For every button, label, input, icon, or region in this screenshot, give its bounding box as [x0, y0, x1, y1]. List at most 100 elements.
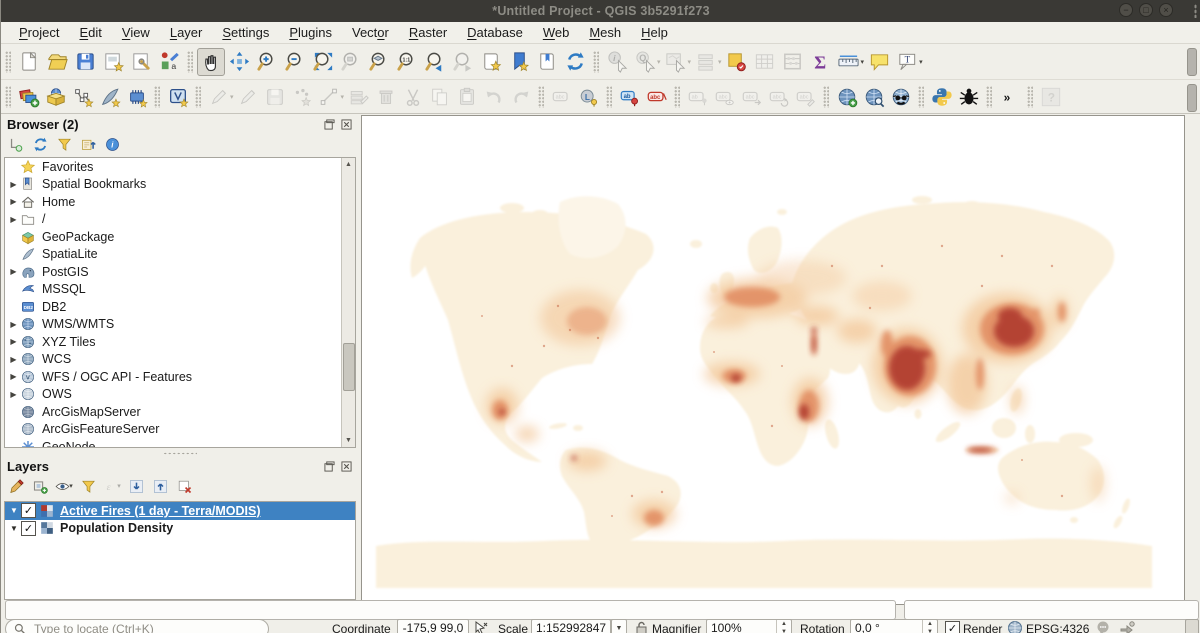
toolbar-grip[interactable]: [674, 86, 680, 108]
add-vector-layer-button[interactable]: [42, 83, 69, 110]
extent-tracking-icon[interactable]: [473, 620, 489, 633]
expander-icon[interactable]: ▶: [7, 355, 20, 364]
titlebar[interactable]: *Untitled Project - QGIS 3b5291f273 − □ …: [1, 0, 1200, 22]
menu-settings[interactable]: Settings: [212, 24, 279, 41]
label-sphere-button[interactable]: L: [575, 83, 602, 110]
render-checkbox[interactable]: ✓: [945, 621, 960, 633]
dock-splitter[interactable]: [1, 449, 359, 457]
toolbar-grip[interactable]: [5, 51, 11, 73]
expander-icon[interactable]: ▼: [7, 506, 21, 515]
browser-item-[interactable]: ▶/: [5, 211, 355, 229]
locator-box[interactable]: [5, 619, 269, 633]
browser-item-spatial-bookmarks[interactable]: ▶Spatial Bookmarks: [5, 176, 355, 194]
browser-item-db2[interactable]: DB2DB2: [5, 298, 355, 316]
new-shapefile-layer-button[interactable]: [69, 83, 96, 110]
python-console-button[interactable]: [928, 83, 955, 110]
menu-view[interactable]: View: [112, 24, 160, 41]
rotation-spinbox[interactable]: 0,0 ° ▲▼: [850, 619, 938, 633]
menu-database[interactable]: Database: [457, 24, 533, 41]
browser-item-xyz-tiles[interactable]: ▶XYZ Tiles: [5, 333, 355, 351]
remove-layer-button[interactable]: [173, 476, 195, 496]
scale-combo-arrow-icon[interactable]: ▼: [611, 619, 627, 633]
refresh-button[interactable]: [29, 134, 51, 154]
coordinate-value[interactable]: -175,9 99,0: [397, 619, 469, 633]
toolbar-grip[interactable]: [187, 51, 193, 73]
map-canvas[interactable]: [361, 115, 1185, 605]
task-indicator-icon[interactable]: [1119, 620, 1135, 633]
menu-project[interactable]: Project: [9, 24, 69, 41]
data-source-manager-button[interactable]: [15, 83, 42, 110]
text-annotation-button[interactable]: T: [893, 48, 921, 76]
browser-item-geonode[interactable]: GeoNode: [5, 438, 355, 448]
globe-add-button[interactable]: [833, 83, 860, 110]
filter-funnel-button[interactable]: [77, 476, 99, 496]
browser-item-wcs[interactable]: ▶WCS: [5, 351, 355, 369]
browser-item-wfs-ogc-api-features[interactable]: ▶VWFS / OGC API - Features: [5, 368, 355, 386]
show-bookmarks-button[interactable]: [505, 48, 533, 76]
close-button[interactable]: ×: [1159, 3, 1173, 17]
menu-raster[interactable]: Raster: [399, 24, 457, 41]
expander-icon[interactable]: ▶: [7, 337, 20, 346]
map-tips-button[interactable]: [865, 48, 893, 76]
zoom-full-button[interactable]: [309, 48, 337, 76]
zoom-out-button[interactable]: [281, 48, 309, 76]
toolbar-drag-handle[interactable]: [1187, 84, 1197, 112]
overflow-button[interactable]: »: [996, 83, 1023, 110]
open-project-button[interactable]: [43, 48, 71, 76]
browser-item-arcgismapserver[interactable]: ArcGisMapServer: [5, 403, 355, 421]
layer-row-population-density[interactable]: ▼✓Population Density: [5, 520, 355, 538]
browser-close-button[interactable]: [340, 118, 353, 131]
refresh-button[interactable]: [561, 48, 589, 76]
layers-close-button[interactable]: [340, 460, 353, 473]
label-blue-button[interactable]: ab: [616, 83, 643, 110]
expander-icon[interactable]: ▶: [7, 320, 20, 329]
bookmark-manager-button[interactable]: [533, 48, 561, 76]
menu-web[interactable]: Web: [533, 24, 580, 41]
layer-row-active-fires-1-day-terra-modis[interactable]: ▼✓Active Fires (1 day - Terra/MODIS): [5, 502, 355, 520]
browser-item-favorites[interactable]: Favorites: [5, 158, 355, 176]
expander-icon[interactable]: ▶: [7, 215, 20, 224]
expander-icon[interactable]: ▶: [7, 180, 20, 189]
menu-plugins[interactable]: Plugins: [279, 24, 342, 41]
expander-icon[interactable]: ▼: [7, 524, 21, 533]
scale-lock-icon[interactable]: [633, 620, 649, 633]
styling-brush-button[interactable]: [5, 476, 27, 496]
browser-item-geopackage[interactable]: GeoPackage: [5, 228, 355, 246]
layer-visibility-checkbox[interactable]: ✓: [21, 521, 36, 536]
new-spatialite-layer-button[interactable]: [96, 83, 123, 110]
zoom-last-button[interactable]: [421, 48, 449, 76]
layer-visibility-checkbox[interactable]: ✓: [21, 503, 36, 518]
menu-mesh[interactable]: Mesh: [579, 24, 631, 41]
browser-item-home[interactable]: ▶Home: [5, 193, 355, 211]
toolbar-grip[interactable]: [1027, 86, 1033, 108]
zoom-to-layer-button[interactable]: [365, 48, 393, 76]
properties-info-button[interactable]: i: [101, 134, 123, 154]
filter-funnel-button[interactable]: [53, 134, 75, 154]
style-manager-button[interactable]: a: [155, 48, 183, 76]
minimize-button[interactable]: −: [1119, 3, 1133, 17]
browser-item-ows[interactable]: ▶OWS: [5, 386, 355, 404]
menu-help[interactable]: Help: [631, 24, 678, 41]
zoom-in-button[interactable]: [253, 48, 281, 76]
maximize-button[interactable]: □: [1139, 3, 1153, 17]
layout-manager-button[interactable]: [127, 48, 155, 76]
collapse-tree-button[interactable]: [77, 134, 99, 154]
globe-search-button[interactable]: [860, 83, 887, 110]
new-virtual-chip-button[interactable]: [123, 83, 150, 110]
messages-icon[interactable]: [1095, 620, 1111, 633]
crs-label[interactable]: EPSG:4326: [1026, 622, 1089, 633]
toolbar-grip[interactable]: [823, 86, 829, 108]
debug-bug-button[interactable]: [955, 83, 982, 110]
toolbar-grip[interactable]: [593, 51, 599, 73]
statistical-summary-button[interactable]: Σ: [807, 48, 835, 76]
scale-combo[interactable]: 1:152992847: [531, 619, 611, 633]
rotation-spin-arrows-icon[interactable]: ▲▼: [922, 620, 937, 633]
layers-float-button[interactable]: [323, 460, 336, 473]
add-group-button[interactable]: [29, 476, 51, 496]
new-print-layout-button[interactable]: [99, 48, 127, 76]
new-project-button[interactable]: [15, 48, 43, 76]
add-selected-layer-button[interactable]: [5, 134, 27, 154]
expand-all-button[interactable]: [125, 476, 147, 496]
pan-map-button[interactable]: [197, 48, 225, 76]
collapse-all-button[interactable]: [149, 476, 171, 496]
